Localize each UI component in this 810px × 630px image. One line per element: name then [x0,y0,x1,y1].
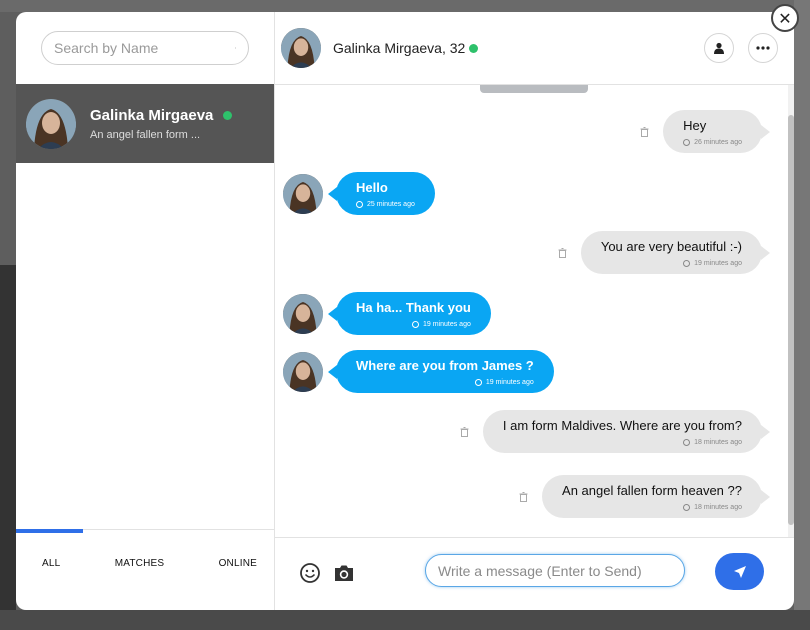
emoji-icon[interactable] [299,562,321,584]
clock-icon [683,504,691,511]
message-bubble: You are very beautiful :-) 19 minutes ag… [580,231,771,274]
message-time: 19 minutes ago [601,260,742,267]
message-list[interactable]: Hey 26 minutes ago Hello 25 minutes ago … [275,85,794,537]
search-area [16,12,274,84]
more-icon [756,46,770,50]
tab-all[interactable]: ALL [42,558,60,569]
avatar [283,173,323,214]
conversation-panel: Galinka Mirgaeva An angel fallen form ..… [16,12,275,610]
avatar [283,351,323,392]
message-composer [275,537,794,610]
message-bubble: I am form Maldives. Where are you from? … [482,410,771,453]
filter-bar: ALL MATCHES ONLINE [16,529,275,610]
message-time: 19 minutes ago [356,321,471,328]
backdrop-bottom [0,610,810,630]
send-button[interactable] [715,553,764,590]
message-row: Ha ha... Thank you 19 minutes ago [283,292,491,335]
active-filter-indicator [16,529,83,533]
message-row: I am form Maldives. Where are you from? … [460,410,771,453]
user-icon [714,42,724,54]
message-text: Where are you from James ? [356,358,534,373]
message-text: Ha ha... Thank you [356,300,471,315]
clock-icon [683,139,691,146]
message-bubble: An angel fallen form heaven ?? 18 minute… [542,475,770,518]
message-time: 25 minutes ago [356,201,415,208]
tab-online[interactable]: ONLINE [219,558,257,569]
message-time: 26 minutes ago [683,139,742,146]
chat-modal: Galinka Mirgaeva An angel fallen form ..… [16,12,794,610]
online-indicator [469,43,479,53]
backdrop-left [0,265,16,610]
conversation-item[interactable]: Galinka Mirgaeva An angel fallen form ..… [16,84,274,163]
trash-icon[interactable] [519,491,528,502]
avatar [26,98,76,149]
clock-icon [683,439,691,446]
conversation-name-text: Galinka Mirgaeva [90,106,214,124]
trash-icon[interactable] [460,426,469,437]
chat-panel: Galinka Mirgaeva, 32 Hey 26 minutes ago … [275,12,794,610]
trash-icon[interactable] [640,126,649,137]
clock-icon [356,201,363,208]
search-box [41,31,249,65]
message-text: An angel fallen form heaven ?? [562,483,742,498]
scrollbar[interactable] [788,85,794,537]
scrollbar-thumb[interactable] [788,115,794,525]
conversation-name: Galinka Mirgaeva [90,106,233,124]
message-row: An angel fallen form heaven ?? 18 minute… [519,475,770,518]
message-bubble: Hello 25 minutes ago [328,172,435,215]
more-options-button[interactable] [748,33,778,63]
message-text: Hello [356,180,388,195]
send-icon [733,565,746,578]
avatar [283,293,323,334]
message-text: I am form Maldives. Where are you from? [502,418,742,433]
message-row: Hey 26 minutes ago [640,110,770,153]
message-bubble: Hey 26 minutes ago [663,110,770,153]
avatar[interactable] [281,28,321,68]
message-bubble: Ha ha... Thank you 19 minutes ago [328,292,491,335]
search-input[interactable] [54,40,235,56]
chat-header: Galinka Mirgaeva, 32 [275,12,794,85]
tab-matches[interactable]: MATCHES [115,558,165,569]
message-input[interactable] [425,554,685,587]
clock-icon [411,321,419,328]
backdrop-top [0,0,810,12]
message-text: You are very beautiful :-) [600,239,742,254]
message-time: 19 minutes ago [356,379,534,386]
online-indicator [223,110,233,120]
message-text: Hey [683,118,707,133]
load-more-handle[interactable] [480,85,588,93]
camera-icon[interactable] [333,563,355,583]
clock-icon [474,379,482,386]
message-time: 18 minutes ago [503,439,742,446]
search-icon[interactable] [235,40,236,56]
chat-title: Galinka Mirgaeva, 32 [333,40,479,56]
message-row: Where are you from James ? 19 minutes ag… [283,350,554,393]
message-time: 18 minutes ago [562,504,742,511]
close-icon[interactable]: ✕ [771,4,799,32]
clock-icon [683,260,691,267]
chat-title-text: Galinka Mirgaeva, 32 [333,40,466,56]
trash-icon[interactable] [558,247,567,258]
message-row: Hello 25 minutes ago [283,172,435,215]
backdrop-right [794,0,810,630]
conversation-preview: An angel fallen form ... [90,128,201,141]
message-row: You are very beautiful :-) 19 minutes ag… [558,231,771,274]
message-bubble: Where are you from James ? 19 minutes ag… [328,350,554,393]
profile-button[interactable] [704,33,734,63]
